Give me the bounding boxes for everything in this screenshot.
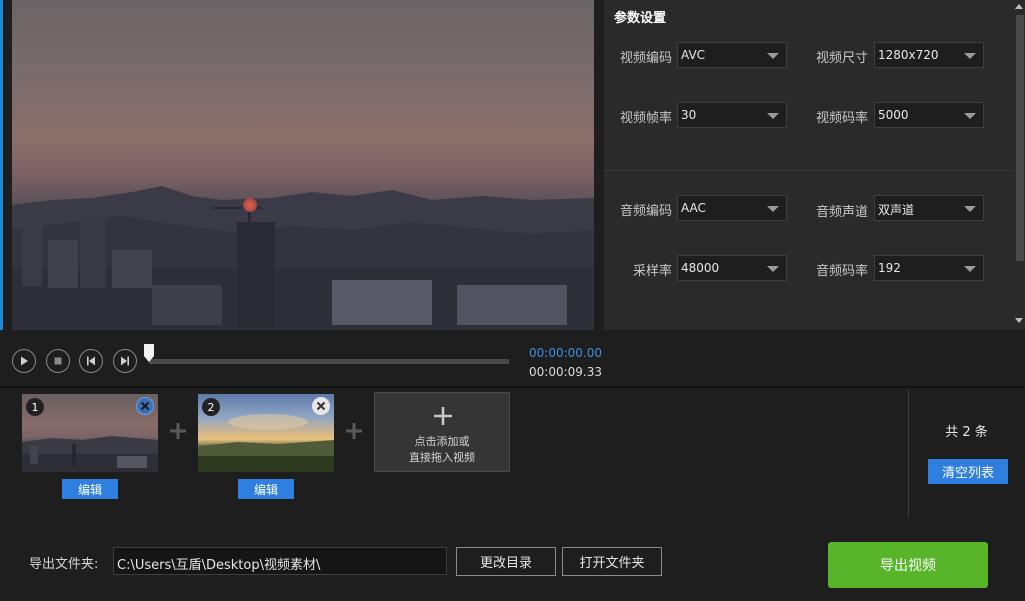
audio-channels-value: 双声道 <box>878 203 915 217</box>
clip-count: 共 2 条 <box>945 425 988 440</box>
stop-icon <box>54 357 62 365</box>
seek-track[interactable] <box>149 359 509 364</box>
video-framerate-value: 30 <box>681 108 697 122</box>
export-video-button[interactable]: 导出视频 <box>828 542 988 588</box>
video-codec-label: 视频编码 <box>619 51 672 66</box>
chevron-down-icon <box>767 206 779 212</box>
remove-clip-2-button[interactable] <box>312 397 330 415</box>
close-icon <box>140 401 150 411</box>
video-bitrate-value: 5000 <box>878 108 909 122</box>
chevron-down-icon <box>964 113 976 119</box>
chevron-down-icon <box>767 53 779 59</box>
clip-number-badge: 1 <box>26 398 44 416</box>
add-tile-line-1: 点击添加或 <box>414 435 470 448</box>
total-time: 00:00:09.33 <box>529 365 602 379</box>
seek-handle[interactable] <box>144 344 154 362</box>
add-icon <box>434 407 452 425</box>
edit-clip-1-button[interactable]: 编辑 <box>62 479 118 499</box>
audio-bitrate-value: 192 <box>878 261 901 275</box>
video-bitrate-label: 视频码率 <box>815 111 868 126</box>
audio-samplerate-select[interactable]: 48000 <box>677 255 787 281</box>
audio-samplerate-value: 48000 <box>681 261 720 275</box>
video-preview <box>12 0 594 330</box>
chevron-down-icon <box>767 266 779 272</box>
audio-samplerate-label: 采样率 <box>632 264 672 279</box>
plus-separator-icon <box>170 423 186 439</box>
clip-thumbnail-2[interactable]: 2 <box>198 394 334 472</box>
close-icon <box>316 401 326 411</box>
play-button[interactable] <box>12 349 36 373</box>
stop-button[interactable] <box>46 349 70 373</box>
clip-number-badge: 2 <box>202 398 220 416</box>
add-tile-line-2: 直接拖入视频 <box>409 451 475 464</box>
video-size-select[interactable]: 1280x720 <box>874 42 984 68</box>
audio-bitrate-select[interactable]: 192 <box>874 255 984 281</box>
scroll-up-arrow-icon[interactable] <box>1015 4 1023 9</box>
edit-clip-2-button[interactable]: 编辑 <box>238 479 294 499</box>
video-codec-value: AVC <box>681 48 706 62</box>
export-path-input[interactable] <box>113 547 447 575</box>
chevron-down-icon <box>964 206 976 212</box>
step-back-icon <box>87 356 95 366</box>
audio-codec-label: 音频编码 <box>619 204 672 219</box>
preview-sun <box>243 198 257 212</box>
chevron-down-icon <box>964 53 976 59</box>
chevron-down-icon <box>964 266 976 272</box>
current-time: 00:00:00.00 <box>529 346 602 360</box>
audio-codec-value: AAC <box>681 201 706 215</box>
video-size-label: 视频尺寸 <box>815 51 868 66</box>
play-icon <box>21 356 28 366</box>
video-framerate-label: 视频帧率 <box>619 111 672 126</box>
next-frame-button[interactable] <box>113 349 137 373</box>
settings-divider <box>604 170 1013 171</box>
export-folder-label: 导出文件夹: <box>29 557 99 572</box>
video-bitrate-select[interactable]: 5000 <box>874 102 984 128</box>
prev-frame-button[interactable] <box>79 349 103 373</box>
remove-clip-1-button[interactable] <box>136 397 154 415</box>
step-forward-icon <box>121 356 129 366</box>
audio-codec-select[interactable]: AAC <box>677 195 787 221</box>
audio-channels-select[interactable]: 双声道 <box>874 195 984 221</box>
clear-list-button[interactable]: 清空列表 <box>928 459 1008 484</box>
video-framerate-select[interactable]: 30 <box>677 102 787 128</box>
preview-landscape <box>12 186 594 330</box>
chevron-down-icon <box>767 113 779 119</box>
add-video-tile[interactable]: 点击添加或 直接拖入视频 <box>374 392 510 472</box>
scrollbar-thumb[interactable] <box>1016 15 1024 261</box>
scroll-down-arrow-icon[interactable] <box>1015 318 1023 323</box>
open-folder-button[interactable]: 打开文件夹 <box>562 547 662 576</box>
video-codec-select[interactable]: AVC <box>677 42 787 68</box>
video-size-value: 1280x720 <box>878 48 939 62</box>
audio-channels-label: 音频声道 <box>815 205 868 220</box>
settings-title: 参数设置 <box>614 11 667 26</box>
clip-thumbnail-1[interactable]: 1 <box>22 394 158 472</box>
change-directory-button[interactable]: 更改目录 <box>456 547 556 576</box>
audio-bitrate-label: 音频码率 <box>815 264 868 279</box>
plus-separator-icon <box>346 423 362 439</box>
clip-list-divider <box>908 390 909 518</box>
